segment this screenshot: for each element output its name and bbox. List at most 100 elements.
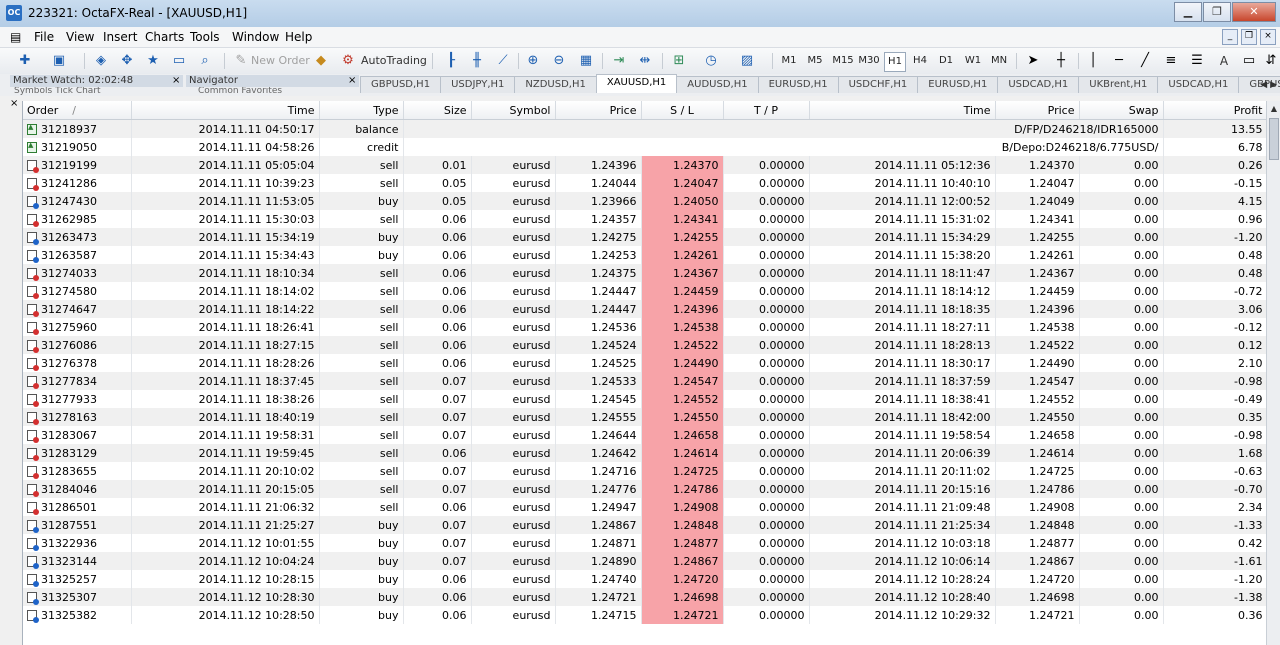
timeframe-m30[interactable]: M30 bbox=[857, 52, 881, 70]
autotrading-icon[interactable]: ⚙ bbox=[339, 52, 357, 70]
table-row[interactable]: 31263473 2014.11.11 15:34:19 buy 0.06 eurusd… bbox=[23, 228, 1267, 246]
autotrading-button[interactable]: AutoTrading bbox=[361, 52, 427, 70]
market-watch-icon[interactable]: ◈ bbox=[92, 52, 110, 70]
timeframe-w1[interactable]: W1 bbox=[963, 52, 983, 70]
bar-chart-icon[interactable]: ┠ bbox=[442, 52, 460, 70]
table-row[interactable]: 31274033 2014.11.11 18:10:34 sell 0.06 eurus… bbox=[23, 264, 1267, 282]
table-row[interactable]: 31283129 2014.11.11 19:59:45 sell 0.06 eurus… bbox=[23, 444, 1267, 462]
table-row[interactable]: 31275960 2014.11.11 18:26:41 sell 0.06 eurus… bbox=[23, 318, 1267, 336]
table-row[interactable]: 31322936 2014.11.12 10:01:55 buy 0.07 eurusd… bbox=[23, 534, 1267, 552]
zoom-out-icon[interactable]: ⊖ bbox=[550, 52, 568, 70]
col-price[interactable]: Price bbox=[555, 101, 642, 120]
profiles-icon[interactable]: ▣ bbox=[50, 52, 68, 70]
cursor-icon[interactable]: ➤ bbox=[1024, 52, 1042, 70]
text-tool-icon[interactable]: A bbox=[1216, 52, 1232, 70]
table-row[interactable]: 31218937 2014.11.11 04:50:17balanceD/FP/D… bbox=[23, 119, 1267, 138]
table-row[interactable]: 31262985 2014.11.11 15:30:03 sell 0.06 eurus… bbox=[23, 210, 1267, 228]
vertical-line-icon[interactable]: │ bbox=[1084, 52, 1102, 70]
timeframe-mn[interactable]: MN bbox=[988, 52, 1010, 70]
chart-tab-active[interactable]: XAUUSD,H1 bbox=[595, 74, 678, 93]
strategy-tester-icon[interactable]: ⌕ bbox=[196, 52, 214, 70]
timeframe-h1[interactable]: H1 bbox=[884, 52, 906, 72]
chart-tab[interactable]: EURUSD,H1 bbox=[757, 76, 839, 93]
line-chart-icon[interactable]: ⟋ bbox=[494, 52, 512, 70]
market-watch-header[interactable]: Market Watch: 02:02:48 bbox=[10, 75, 183, 87]
table-row[interactable]: 31247430 2014.11.11 11:53:05 buy 0.05 eurusd… bbox=[23, 192, 1267, 210]
col-tp[interactable]: T / P bbox=[723, 101, 810, 120]
navigator-icon[interactable]: ★ bbox=[144, 52, 162, 70]
menu-view[interactable]: View bbox=[66, 30, 94, 44]
table-row[interactable]: 31219199 2014.11.11 05:05:04 sell 0.01 eurus… bbox=[23, 156, 1267, 174]
chart-tab[interactable]: USDJPY,H1 bbox=[440, 76, 516, 93]
navigator-close-icon[interactable]: × bbox=[348, 75, 356, 86]
horizontal-line-icon[interactable]: ─ bbox=[1110, 52, 1128, 70]
timeframe-h4[interactable]: H4 bbox=[910, 52, 930, 70]
table-row[interactable]: 31284046 2014.11.11 20:15:05 sell 0.07 eurus… bbox=[23, 480, 1267, 498]
table-row[interactable]: 31276378 2014.11.11 18:28:26 sell 0.06 eurus… bbox=[23, 354, 1267, 372]
table-row[interactable]: 31283067 2014.11.11 19:58:31 sell 0.07 eurus… bbox=[23, 426, 1267, 444]
terminal-close-icon[interactable]: × bbox=[10, 98, 18, 109]
child-restore-icon[interactable]: ❐ bbox=[1241, 29, 1257, 45]
table-row[interactable]: 31276086 2014.11.11 18:27:15 sell 0.06 eurus… bbox=[23, 336, 1267, 354]
tile-windows-icon[interactable]: ▦ bbox=[577, 52, 595, 70]
close-icon[interactable]: ✕ bbox=[1232, 2, 1276, 22]
table-row[interactable]: 31277933 2014.11.11 18:38:26 sell 0.07 eurus… bbox=[23, 390, 1267, 408]
chart-tab[interactable]: NZDUSD,H1 bbox=[514, 76, 597, 93]
data-window-icon[interactable]: ✥ bbox=[118, 52, 136, 70]
col-close-time[interactable]: Time bbox=[809, 101, 996, 120]
autoscroll-icon[interactable]: ⇥ bbox=[610, 52, 628, 70]
table-row[interactable]: 31277834 2014.11.11 18:37:45 sell 0.07 eurus… bbox=[23, 372, 1267, 390]
text-label-icon[interactable]: ▭ bbox=[1240, 52, 1258, 70]
new-chart-icon[interactable]: ✚ bbox=[16, 52, 34, 70]
templates-icon[interactable]: ▨ bbox=[738, 52, 756, 70]
chart-tab[interactable]: AUDUSD,H1 bbox=[676, 76, 759, 93]
scroll-thumb[interactable] bbox=[1269, 118, 1279, 160]
child-close-icon[interactable]: × bbox=[1260, 29, 1276, 45]
fibonacci-icon[interactable]: ☰ bbox=[1188, 52, 1206, 70]
col-time[interactable]: Time bbox=[131, 101, 320, 120]
navigator-header[interactable]: Navigator bbox=[186, 75, 359, 87]
tab-scroll-arrows-icon[interactable]: ◀ ▶ bbox=[1260, 80, 1277, 90]
navigator-tabs[interactable]: Common Favorites bbox=[198, 87, 282, 95]
col-type[interactable]: Type bbox=[319, 101, 404, 120]
candlestick-icon[interactable]: ╫ bbox=[468, 52, 486, 70]
indicators-icon[interactable]: ⊞ bbox=[670, 52, 688, 70]
chart-tab[interactable]: UKBrent,H1 bbox=[1078, 76, 1159, 93]
chart-tab[interactable]: USDCHF,H1 bbox=[837, 76, 919, 93]
col-sl[interactable]: S / L bbox=[641, 101, 724, 120]
scroll-up-icon[interactable]: ▲ bbox=[1267, 101, 1280, 117]
timeframe-d1[interactable]: D1 bbox=[936, 52, 956, 70]
metaeditor-icon[interactable]: ◆ bbox=[312, 52, 330, 70]
trendline-icon[interactable]: ╱ bbox=[1136, 52, 1154, 70]
chart-tab[interactable]: EURUSD,H1 bbox=[917, 76, 999, 93]
table-row[interactable]: 31241286 2014.11.11 10:39:23 sell 0.05 eurus… bbox=[23, 174, 1267, 192]
arrows-icon[interactable]: ⇵ bbox=[1262, 52, 1280, 70]
terminal-icon[interactable]: ▭ bbox=[170, 52, 188, 70]
menu-window[interactable]: Window bbox=[232, 30, 279, 44]
market-watch-tabs[interactable]: Symbols Tick Chart bbox=[14, 87, 101, 95]
timeframe-m5[interactable]: M5 bbox=[805, 52, 825, 70]
menu-tools[interactable]: Tools bbox=[190, 30, 220, 44]
col-close-price[interactable]: Price bbox=[995, 101, 1080, 120]
table-row[interactable]: 31274647 2014.11.11 18:14:22 sell 0.06 eurus… bbox=[23, 300, 1267, 318]
col-profit[interactable]: Profit bbox=[1163, 101, 1267, 120]
table-row[interactable]: 31287551 2014.11.11 21:25:27 buy 0.07 eurusd… bbox=[23, 516, 1267, 534]
table-row[interactable]: 31283655 2014.11.11 20:10:02 sell 0.07 eurus… bbox=[23, 462, 1267, 480]
market-watch-close-icon[interactable]: × bbox=[172, 75, 180, 86]
menu-charts[interactable]: Charts bbox=[145, 30, 184, 44]
menu-help[interactable]: Help bbox=[285, 30, 312, 44]
table-row[interactable]: 31325307 2014.11.12 10:28:30 buy 0.06 eurusd… bbox=[23, 588, 1267, 606]
restore-icon[interactable]: ❐ bbox=[1203, 2, 1231, 22]
table-row[interactable]: 31286501 2014.11.11 21:06:32 sell 0.06 eurus… bbox=[23, 498, 1267, 516]
channel-icon[interactable]: ≡ bbox=[1162, 52, 1180, 70]
col-swap[interactable]: Swap bbox=[1079, 101, 1164, 120]
table-row[interactable]: 31325257 2014.11.12 10:28:15 buy 0.06 eurusd… bbox=[23, 570, 1267, 588]
chart-tab[interactable]: GBPUSD,H1 bbox=[360, 76, 442, 93]
chart-tab[interactable]: USDCAD,H1 bbox=[1157, 76, 1240, 93]
table-row[interactable]: 31325382 2014.11.12 10:28:50 buy 0.06 eurusd… bbox=[23, 606, 1267, 624]
zoom-in-icon[interactable]: ⊕ bbox=[524, 52, 542, 70]
crosshair-icon[interactable]: ┼ bbox=[1052, 52, 1070, 70]
col-symbol[interactable]: Symbol bbox=[471, 101, 556, 120]
chart-tab[interactable]: USDCAD,H1 bbox=[997, 76, 1080, 93]
table-row[interactable]: 31219050 2014.11.11 04:58:26creditB/Depo:… bbox=[23, 138, 1267, 156]
